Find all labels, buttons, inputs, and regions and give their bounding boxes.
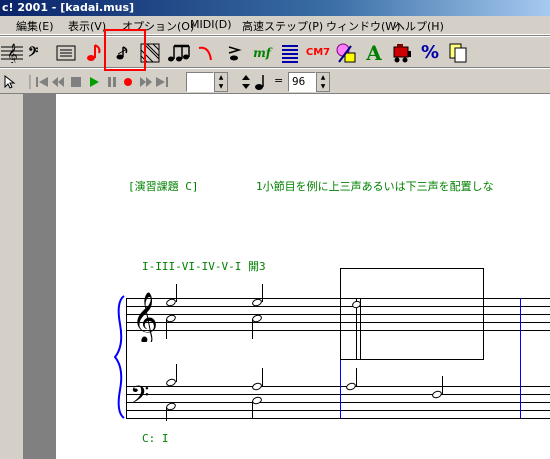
selection-rectangle[interactable] (340, 268, 484, 360)
beam-tool-icon[interactable] (166, 41, 190, 65)
lyrics-tool-icon[interactable] (334, 41, 358, 65)
menu-midi[interactable]: MIDI(D) (190, 18, 232, 31)
treble-clef-icon: 𝄞 (132, 292, 158, 342)
tempo-spinner-buttons[interactable]: ▲ ▼ (316, 72, 330, 92)
tempo-input[interactable]: 96 (288, 72, 316, 92)
cursor-line (360, 298, 361, 360)
measure-barline[interactable] (520, 298, 521, 418)
dynamics-tool-button[interactable]: mf (250, 41, 274, 65)
bass-staff-line (126, 386, 550, 387)
score-page[interactable]: [演習課題 C] 1小節目を例に上三声あるいは下三声を配置しな I-III-VI… (56, 94, 550, 459)
menu-fast-step[interactable]: 高速ステップ(P) (242, 18, 323, 34)
measure-spinner-input[interactable] (186, 72, 214, 92)
treble-staff-line (126, 306, 550, 307)
note-tool-icon[interactable] (82, 41, 106, 65)
bass-staff-line (126, 394, 550, 395)
playback-engine-icon[interactable] (390, 41, 414, 65)
rewind-start-icon[interactable] (34, 72, 50, 92)
note-stem (442, 376, 443, 394)
key-analysis-label: C: I (142, 432, 169, 445)
system-brace (114, 295, 125, 419)
main-toolbar: 𝄞 𝄢 mf CM7 A % (0, 36, 550, 68)
slur-tool-icon[interactable] (194, 41, 218, 65)
treble-staff-line (126, 322, 550, 323)
bass-staff-line (126, 402, 550, 403)
menu-help[interactable]: ヘルプ(H) (394, 18, 444, 34)
accent-tool-icon[interactable] (222, 41, 246, 65)
menu-window[interactable]: ウィンドウ(W) (326, 18, 400, 34)
svg-text:𝄢: 𝄢 (28, 44, 39, 63)
bass-clef-icon: 𝄢 (130, 382, 149, 414)
staff-tool-icon[interactable] (54, 41, 78, 65)
note-stem (176, 364, 177, 382)
treble-staff-line (126, 314, 550, 315)
pointer-icon[interactable] (2, 72, 18, 92)
system-start-barline (126, 298, 127, 418)
rewind-icon[interactable] (50, 72, 66, 92)
stop-icon[interactable] (68, 72, 84, 92)
menu-edit[interactable]: 編集(E) (16, 18, 54, 34)
note-stem (166, 319, 167, 339)
workspace-background (25, 94, 56, 459)
svg-text:𝄢: 𝄢 (130, 382, 149, 414)
note-stem (356, 368, 357, 386)
exercise-instruction: 1小節目を例に上三声あるいは下三声を配置しな (256, 180, 494, 193)
highlight-box (104, 29, 146, 71)
left-ruler-panel (0, 94, 24, 459)
window-title: c! 2001 - [kadai.mus] (2, 1, 135, 14)
menu-bar: 編集(E) 表示(V) オプション(O) MIDI(D) 高速ステップ(P) ウ… (0, 16, 550, 35)
note-stem (262, 368, 263, 386)
chord-symbol-tool-button[interactable]: CM7 (306, 41, 330, 65)
tempo-equals-label: = (274, 74, 284, 87)
menu-view[interactable]: 表示(V) (68, 18, 106, 34)
text-tool-button[interactable]: A (362, 41, 386, 65)
record-icon[interactable] (120, 72, 136, 92)
window-title-bar: c! 2001 - [kadai.mus] (0, 0, 550, 16)
note-stem (176, 284, 177, 302)
page-copy-icon[interactable] (446, 41, 470, 65)
svg-text:𝄞: 𝄞 (7, 44, 18, 63)
play-icon[interactable] (86, 72, 102, 92)
svg-text:𝄞: 𝄞 (132, 292, 158, 342)
forward-end-icon[interactable] (154, 72, 170, 92)
bass-staff-line (126, 410, 550, 411)
note-stem (252, 319, 253, 339)
measure-spinner-buttons[interactable]: ▲ ▼ (214, 72, 228, 92)
list-tool-icon[interactable] (278, 41, 302, 65)
quarter-note-icon (252, 72, 268, 92)
note-stem (252, 401, 253, 419)
chord-progression-label: I-III-VI-IV-V-I 開3 (142, 260, 266, 273)
treble-clef-tool-icon[interactable]: 𝄞 (0, 41, 24, 65)
treble-staff-line (126, 298, 550, 299)
bass-clef-tool-icon[interactable]: 𝄢 (26, 41, 50, 65)
treble-staff-line (126, 330, 550, 331)
note-stem (166, 407, 167, 421)
exercise-heading: [演習課題 C] (128, 180, 199, 193)
bass-staff-line (126, 418, 550, 419)
forward-icon[interactable] (138, 72, 154, 92)
transport-toolbar: │ ▲ ▼ = 96 ▲ ▼ (0, 68, 550, 94)
pause-icon[interactable] (104, 72, 120, 92)
note-stem (262, 284, 263, 302)
percent-tool-button[interactable]: % (418, 41, 442, 65)
